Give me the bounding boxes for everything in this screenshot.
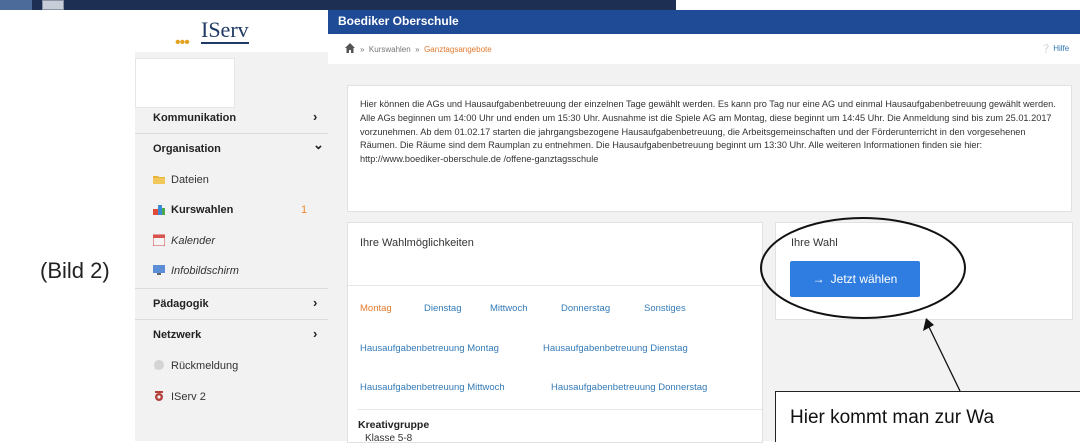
group-subtitle: Klasse 5-8 [365,433,413,444]
sidebar-item-label: Pädagogik [153,298,209,310]
annotation-callout: Hier kommt man zur Wa [775,391,1080,442]
figure-label: (Bild 2) [40,258,110,283]
chevron-down-icon: ⌄ [313,137,324,152]
sidebar-item-label: Dateien [171,174,209,186]
folder-icon [153,176,165,184]
tab-mittwoch[interactable]: Mittwoch [490,303,527,314]
link-hausaufgaben-mittwoch[interactable]: Hausaufgabenbetreuung Mittwoch [360,382,505,393]
logo-dots: ••• [175,34,190,51]
sidebar-item-label: IServ 2 [171,391,206,403]
link-hausaufgaben-dienstag[interactable]: Hausaufgabenbetreuung Dienstag [543,343,688,354]
screen-icon [153,265,165,275]
sidebar-item-kommunikation[interactable]: Kommunikation › [135,103,328,133]
info-text: Hier können die AGs und Hausaufgabenbetr… [360,99,1056,165]
info-box: Hier können die AGs und Hausaufgabenbetr… [347,85,1072,212]
link-hausaufgaben-montag[interactable]: Hausaufgabenbetreuung Montag [360,343,499,354]
annotation-text: Hier kommt man zur Wa [790,407,995,428]
chevron-right-icon: › [313,326,318,341]
sidebar-item-organisation[interactable]: Organisation ⌄ [135,134,328,164]
chevron-right-icon: › [313,295,318,310]
logo-area[interactable]: ••• IServ [135,10,328,52]
sidebar-item-label: Kurswahlen [171,204,234,216]
breadcrumb-separator: » [360,45,365,54]
sidebar-item-kurswahlen[interactable]: Kurswahlen 1 [135,195,328,225]
home-icon[interactable] [345,43,355,53]
sidebar: ••• IServ Kommunikation › Organisation ⌄… [135,10,329,441]
sidebar-item-netzwerk[interactable]: Netzwerk › [135,320,328,350]
selection-panel: Ihre Wahl → Jetzt wählen [775,222,1073,320]
sidebar-item-kalender[interactable]: Kalender [135,226,328,256]
panel-title: Ihre Wahlmöglichkeiten [360,237,474,249]
divider [348,285,762,286]
panel-title: Ihre Wahl [791,237,838,249]
help-link[interactable]: ❔ Hilfe [1041,44,1069,53]
help-label: Hilfe [1053,44,1070,53]
sidebar-item-rueckmeldung[interactable]: Rückmeldung [135,351,328,381]
school-title: Boediker Oberschule [338,14,459,28]
sidebar-item-paedagogik[interactable]: Pädagogik › [135,289,328,319]
button-label: Jetzt wählen [830,272,898,286]
logo: IServ [201,17,249,44]
sidebar-item-label: Rückmeldung [171,360,239,372]
breadcrumb-separator: » [415,45,420,54]
background-window-fragment [0,0,676,10]
list-item[interactable]: Kreativgruppe Klasse 5-8 [358,409,762,444]
link-hausaufgaben-donnerstag[interactable]: Hausaufgabenbetreuung Donnerstag [551,382,707,393]
window-titlebar-fragment [0,0,32,10]
chevron-right-icon: › [313,109,318,124]
breadcrumb: » Kurswahlen » Ganztagsangebote [360,45,492,54]
arrow-right-icon: → [812,272,825,286]
group-title: Kreativgruppe [358,419,430,431]
sidebar-item-label: Kalender [171,235,216,247]
breadcrumb-bar: » Kurswahlen » Ganztagsangebote ❔ Hilfe [328,34,1080,65]
tab-montag[interactable]: Montag [360,303,392,314]
calendar-icon [153,234,165,246]
avatar[interactable] [135,58,235,108]
sidebar-item-label: Netzwerk [153,329,202,341]
sidebar-item-label: Kommunikation [153,112,237,124]
breadcrumb-current: Ganztagsangebote [424,45,492,54]
window-icon-fragment [42,0,64,10]
feedback-icon [154,360,164,370]
breadcrumb-kurswahlen[interactable]: Kurswahlen [369,45,411,54]
sidebar-item-infobildschirm[interactable]: Infobildschirm [135,256,328,286]
sidebar-item-label: Infobildschirm [171,265,239,277]
choices-panel: Ihre Wahlmöglichkeiten Montag Dienstag M… [347,222,763,444]
course-icon [153,205,165,215]
count-badge: 1 [301,204,308,216]
sidebar-item-label: Organisation [153,143,221,155]
tab-dienstag[interactable]: Dienstag [424,303,462,314]
help-icon: ❔ [1041,44,1051,53]
tab-sonstiges[interactable]: Sonstiges [644,303,686,314]
sidebar-item-dateien[interactable]: Dateien [135,165,328,195]
choose-now-button[interactable]: → Jetzt wählen [790,261,920,297]
tab-donnerstag[interactable]: Donnerstag [561,303,610,314]
sidebar-item-iserv2[interactable]: IServ 2 [135,382,328,412]
top-header: Boediker Oberschule [328,10,1080,34]
iserv-icon [155,391,163,401]
